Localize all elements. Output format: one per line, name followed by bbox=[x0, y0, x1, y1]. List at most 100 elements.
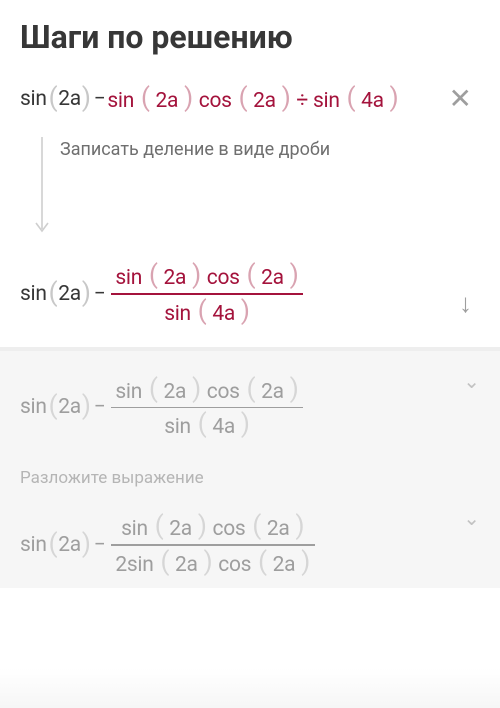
cos-fn: cos bbox=[207, 266, 240, 290]
arg-2a: 2a bbox=[58, 87, 81, 111]
arg-2a: 2a bbox=[58, 395, 81, 419]
paren-open: ( bbox=[48, 391, 59, 421]
future-steps-block: ⌄ sin ( 2a ) − sin ( 2a ) cos ( 2a ) sin… bbox=[0, 351, 500, 588]
paren-open: ( bbox=[154, 511, 165, 541]
arg-2a: 2a bbox=[273, 553, 296, 577]
paren-open: ( bbox=[257, 547, 268, 577]
paren-open: ( bbox=[251, 511, 262, 541]
paren-close: ) bbox=[300, 547, 311, 577]
sin-fn: sin bbox=[115, 380, 142, 404]
fraction: sin ( 2a ) cos ( 2a ) sin ( 4a ) bbox=[111, 373, 303, 443]
fraction: sin ( 2a ) cos ( 2a ) 2sin ( 2a ) cos ( … bbox=[111, 510, 315, 580]
expression-row-initial: sin ( 2a ) − sin ( 2a ) cos ( 2a ) ÷ sin… bbox=[20, 78, 480, 119]
minus-sign: − bbox=[94, 395, 106, 419]
paren-close: ) bbox=[81, 529, 92, 559]
future-expression-2: sin ( 2a ) − sin ( 2a ) cos ( 2a ) 2sin … bbox=[20, 510, 480, 588]
paren-close: ) bbox=[294, 511, 305, 541]
arg-2a: 2a bbox=[175, 553, 198, 577]
minus-sign: − bbox=[94, 533, 106, 557]
step-description-wrap: Записать деление в виде дроби bbox=[28, 137, 480, 237]
arg-2a: 2a bbox=[169, 517, 192, 541]
fraction-denominator: 2sin ( 2a ) cos ( 2a ) bbox=[111, 546, 315, 580]
arg-4a: 4a bbox=[212, 415, 235, 439]
sin-fn: sin bbox=[121, 517, 148, 541]
sin-fn: sin bbox=[164, 415, 191, 439]
paren-close: ) bbox=[183, 83, 194, 113]
paren-open: ( bbox=[48, 278, 59, 308]
paren-close: ) bbox=[281, 83, 292, 113]
arg-2a: 2a bbox=[267, 517, 290, 541]
paren-close: ) bbox=[203, 547, 214, 577]
fraction-numerator: sin ( 2a ) cos ( 2a ) bbox=[111, 373, 303, 407]
paren-close: ) bbox=[240, 409, 251, 439]
future-expression-1: sin ( 2a ) − sin ( 2a ) cos ( 2a ) sin (… bbox=[20, 373, 480, 443]
paren-open: ( bbox=[238, 83, 249, 113]
paren-close: ) bbox=[289, 260, 300, 290]
fraction-denominator: sin ( 4a ) bbox=[160, 408, 254, 442]
cos-fn: cos bbox=[207, 380, 240, 404]
paren-open: ( bbox=[48, 529, 59, 559]
fade-overlay bbox=[0, 668, 500, 708]
arg-2a: 2a bbox=[58, 533, 81, 557]
sin-fn: sin bbox=[164, 302, 191, 326]
sin-fn: sin bbox=[313, 89, 340, 113]
paren-open: ( bbox=[148, 260, 159, 290]
paren-open: ( bbox=[48, 83, 59, 113]
arg-2a: 2a bbox=[58, 282, 81, 306]
paren-close: ) bbox=[389, 83, 400, 113]
fraction: sin ( 2a ) cos ( 2a ) sin ( 4a ) bbox=[111, 259, 303, 329]
expand-down-icon[interactable]: ↓ bbox=[451, 284, 480, 323]
paren-close: ) bbox=[191, 260, 202, 290]
arg-2a: 2a bbox=[164, 380, 187, 404]
minus-sign: − bbox=[94, 87, 106, 111]
arg-2a: 2a bbox=[261, 380, 284, 404]
result-expression: sin ( 2a ) − sin ( 2a ) cos ( 2a ) bbox=[20, 259, 307, 329]
paren-open: ( bbox=[197, 296, 208, 326]
chevron-down-icon[interactable]: ⌄ bbox=[463, 506, 480, 530]
division-sign: ÷ bbox=[296, 89, 308, 113]
paren-close: ) bbox=[81, 391, 92, 421]
sin-fn: sin bbox=[115, 266, 142, 290]
cos-fn: cos bbox=[213, 517, 246, 541]
page-title: Шаги по решению bbox=[0, 0, 500, 78]
paren-close: ) bbox=[81, 278, 92, 308]
paren-open: ( bbox=[140, 83, 151, 113]
paren-close: ) bbox=[289, 374, 300, 404]
chevron-down-icon[interactable]: ⌄ bbox=[463, 369, 480, 393]
arg-4a: 4a bbox=[212, 302, 235, 326]
arg-2a: 2a bbox=[164, 266, 187, 290]
step-description: Записать деление в виде дроби bbox=[56, 137, 330, 160]
fraction-numerator: sin ( 2a ) cos ( 2a ) bbox=[111, 259, 303, 293]
paren-close: ) bbox=[81, 83, 92, 113]
sin-fn: sin bbox=[20, 533, 47, 557]
arg-2a: 2a bbox=[156, 89, 179, 113]
down-arrow-icon bbox=[28, 137, 56, 237]
highlighted-part: sin ( 2a ) cos ( 2a ) ÷ sin ( 4a ) bbox=[107, 84, 399, 114]
cos-fn: cos bbox=[199, 89, 232, 113]
paren-close: ) bbox=[197, 511, 208, 541]
paren-open: ( bbox=[197, 409, 208, 439]
paren-open: ( bbox=[159, 547, 170, 577]
close-icon[interactable]: ✕ bbox=[441, 78, 480, 119]
sin-fn: sin bbox=[20, 282, 47, 306]
future-step-description: Разложите выражение bbox=[20, 468, 480, 488]
minus-sign: − bbox=[94, 282, 106, 306]
paren-open: ( bbox=[148, 374, 159, 404]
arg-4a: 4a bbox=[361, 89, 384, 113]
paren-open: ( bbox=[246, 374, 257, 404]
paren-open: ( bbox=[246, 260, 257, 290]
fraction-denominator: sin ( 4a ) bbox=[160, 295, 254, 329]
paren-close: ) bbox=[191, 374, 202, 404]
initial-expression: sin ( 2a ) − sin ( 2a ) cos ( 2a ) ÷ sin… bbox=[20, 84, 399, 114]
step-block-1: sin ( 2a ) − sin ( 2a ) cos ( 2a ) ÷ sin… bbox=[0, 78, 500, 347]
sin-fn: sin bbox=[20, 87, 47, 111]
sin-fn: sin bbox=[107, 89, 134, 113]
paren-open: ( bbox=[346, 83, 357, 113]
sin-fn: sin bbox=[20, 395, 47, 419]
paren-close: ) bbox=[240, 296, 251, 326]
expression-row-result: sin ( 2a ) − sin ( 2a ) cos ( 2a ) bbox=[20, 259, 480, 329]
fraction-numerator: sin ( 2a ) cos ( 2a ) bbox=[117, 510, 309, 544]
cos-fn: cos bbox=[218, 553, 251, 577]
two-sin: 2sin bbox=[115, 553, 153, 577]
arg-2a: 2a bbox=[253, 89, 276, 113]
